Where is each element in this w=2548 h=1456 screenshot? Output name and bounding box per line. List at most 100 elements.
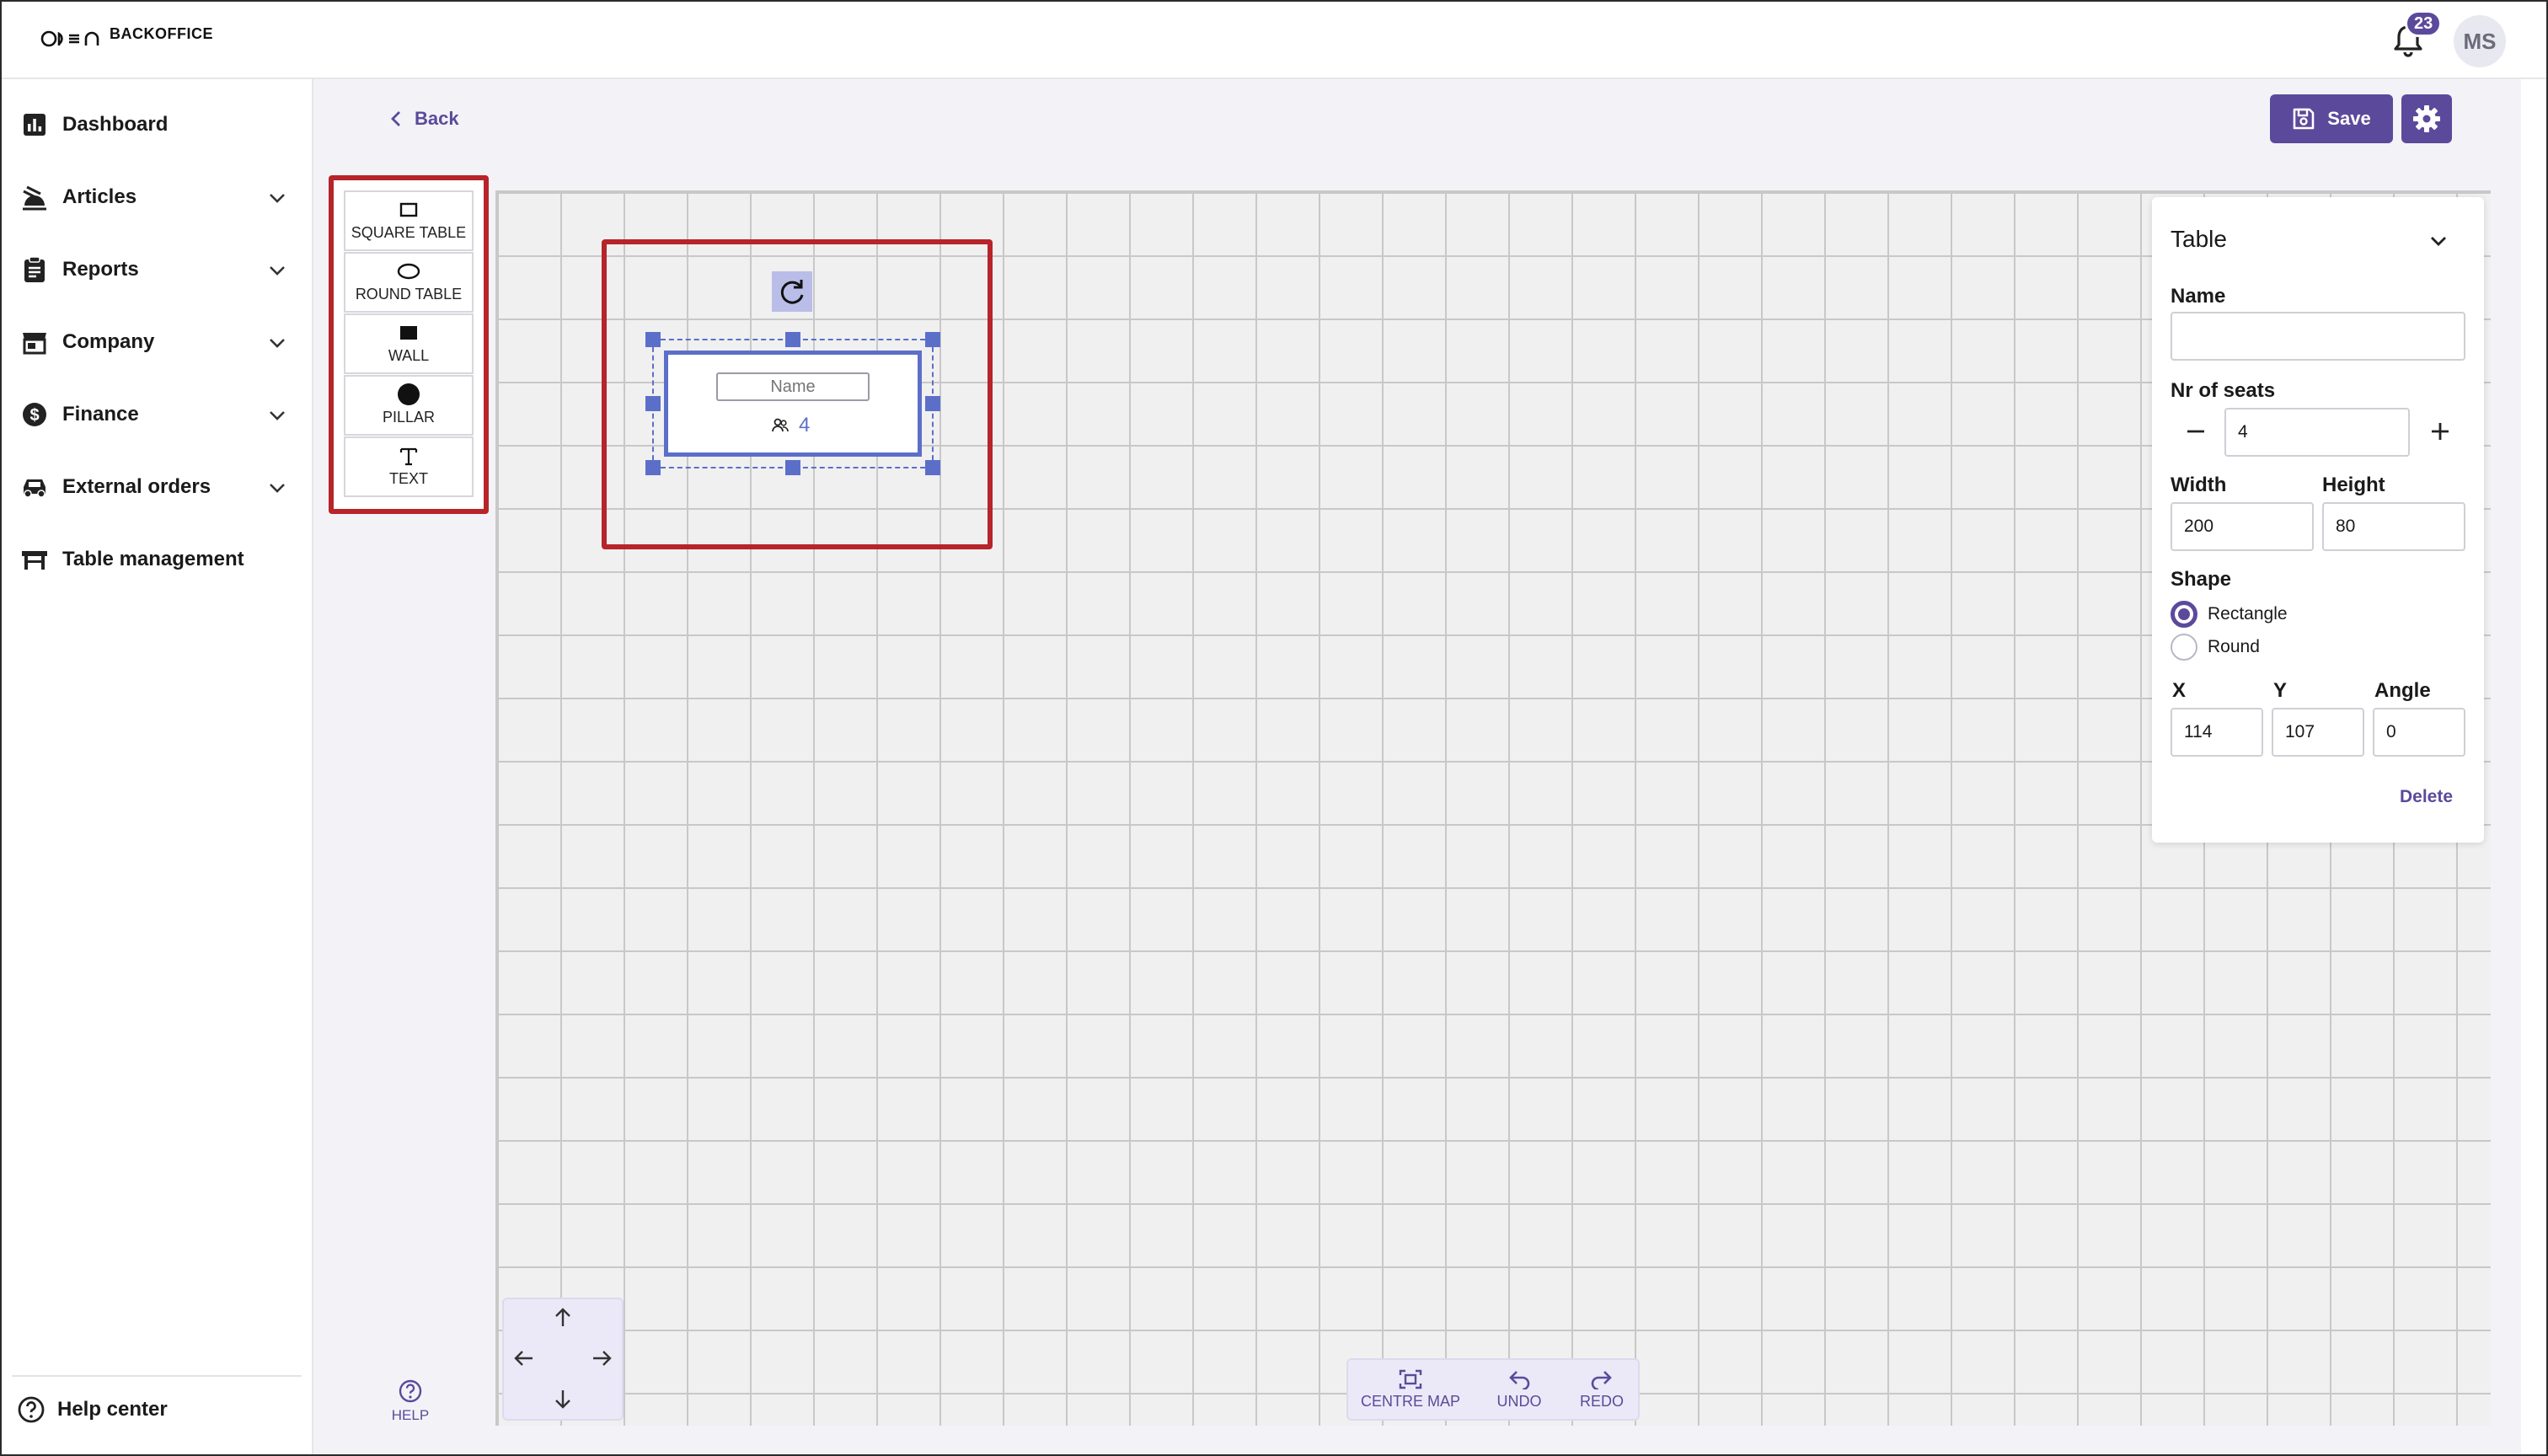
app-logo[interactable]: BACKOFFICE — [40, 22, 213, 56]
delete-button[interactable]: Delete — [2400, 787, 2453, 807]
tool-square-table[interactable]: SQUARE TABLE — [344, 190, 474, 251]
sidebar-item-company[interactable]: Company — [0, 317, 312, 367]
x-field[interactable] — [2171, 708, 2263, 757]
pan-up-button[interactable] — [548, 1303, 578, 1333]
tool-label: WALL — [388, 346, 430, 364]
sidebar-item-dashboard[interactable]: Dashboard — [0, 99, 312, 150]
height-label: Height — [2322, 474, 2385, 496]
pan-down-button[interactable] — [548, 1384, 578, 1414]
resize-handle-top[interactable] — [785, 332, 800, 347]
resize-handle-bottom-left[interactable] — [645, 460, 661, 475]
arrow-up-icon — [555, 1308, 570, 1326]
food-icon — [20, 183, 49, 211]
help-center-link[interactable]: Help center — [0, 1389, 312, 1431]
table-element[interactable] — [664, 351, 922, 457]
filled-circle-icon — [397, 383, 420, 405]
x-label: X — [2172, 679, 2187, 702]
properties-title: Table — [2171, 226, 2227, 252]
undo-button[interactable]: UNDO — [1490, 1365, 1549, 1414]
width-field[interactable] — [2171, 502, 2314, 551]
chevron-down-icon[interactable] — [266, 187, 288, 209]
shape-label: Shape — [2171, 568, 2232, 591]
back-link[interactable]: Back — [389, 104, 459, 133]
radio-rectangle[interactable] — [2171, 601, 2197, 628]
bar-chart-icon — [20, 110, 49, 139]
top-bar: BACKOFFICE 23 MS — [0, 0, 2548, 79]
people-icon — [772, 418, 789, 432]
seats-field[interactable] — [2224, 408, 2410, 457]
resize-handle-bottom[interactable] — [785, 460, 800, 475]
seats-increment-button[interactable] — [2423, 415, 2457, 448]
sidebar-item-reports[interactable]: Reports — [0, 244, 312, 295]
pan-left-button[interactable] — [509, 1343, 539, 1373]
sidebar-item-label: External orders — [62, 475, 211, 498]
tool-round-table[interactable]: ROUND TABLE — [344, 252, 474, 313]
chevron-down-icon[interactable] — [266, 404, 288, 426]
name-field[interactable] — [2171, 312, 2465, 361]
save-button[interactable]: Save — [2270, 94, 2393, 143]
y-label: Y — [2273, 679, 2288, 702]
shape-option-rectangle[interactable]: Rectangle — [2171, 600, 2288, 629]
user-avatar[interactable]: MS — [2454, 15, 2506, 67]
redo-button[interactable]: REDO — [1572, 1365, 1631, 1414]
sidebar-item-articles[interactable]: Articles — [0, 172, 312, 222]
help-center-label: Help center — [57, 1398, 168, 1421]
rotate-handle[interactable] — [772, 271, 812, 312]
back-label: Back — [415, 108, 459, 129]
help-button[interactable]: HELP — [381, 1378, 440, 1429]
undo-label: UNDO — [1496, 1392, 1542, 1410]
table-furniture-icon — [20, 545, 49, 574]
height-field[interactable] — [2322, 502, 2465, 551]
sidebar-item-external-orders[interactable]: External orders — [0, 462, 312, 512]
sidebar-item-label: Reports — [62, 258, 139, 281]
arrow-right-icon — [593, 1351, 612, 1366]
redo-icon — [1591, 1370, 1612, 1389]
table-name-input[interactable] — [716, 372, 870, 401]
centre-focus-icon — [1399, 1369, 1422, 1389]
open-logo-icon — [40, 30, 99, 47]
clipboard-icon — [20, 255, 49, 284]
store-icon — [20, 328, 49, 356]
help-label: HELP — [391, 1407, 430, 1423]
save-label: Save — [2327, 108, 2371, 129]
seats-decrement-button[interactable] — [2179, 415, 2213, 448]
floppy-disk-icon — [2293, 108, 2315, 130]
plus-icon — [2432, 423, 2449, 440]
sidebar-item-label: Company — [62, 330, 155, 353]
seats-label: Nr of seats — [2171, 379, 2276, 402]
tool-wall[interactable]: WALL — [344, 313, 474, 374]
chevron-down-icon[interactable] — [266, 332, 288, 354]
resize-handle-bottom-right[interactable] — [925, 460, 940, 475]
angle-field[interactable] — [2373, 708, 2465, 757]
chevron-down-icon[interactable] — [266, 260, 288, 281]
settings-button[interactable] — [2401, 94, 2452, 143]
content-header — [313, 79, 2521, 158]
angle-label: Angle — [2374, 679, 2431, 702]
sidebar-item-finance[interactable]: $ Finance — [0, 389, 312, 440]
tool-pillar[interactable]: PILLAR — [344, 375, 474, 436]
undo-icon — [1509, 1370, 1530, 1389]
width-label: Width — [2171, 474, 2227, 496]
resize-handle-left[interactable] — [645, 396, 661, 411]
gear-icon — [2413, 105, 2440, 132]
resize-handle-right[interactable] — [925, 396, 940, 411]
svg-text:$: $ — [29, 406, 39, 425]
chevron-down-icon[interactable] — [2427, 229, 2450, 253]
sidebar-item-table-management[interactable]: Table management — [0, 534, 312, 585]
resize-handle-top-left[interactable] — [645, 332, 661, 347]
help-circle-icon — [399, 1379, 422, 1403]
car-icon — [20, 473, 49, 501]
radio-round[interactable] — [2171, 634, 2197, 661]
table-seats: 4 — [772, 413, 810, 438]
resize-handle-top-right[interactable] — [925, 332, 940, 347]
pan-right-button[interactable] — [586, 1343, 617, 1373]
y-field[interactable] — [2272, 708, 2364, 757]
notification-badge: 23 — [2405, 10, 2443, 37]
shape-option-round[interactable]: Round — [2171, 633, 2260, 661]
tool-text[interactable]: TEXT — [344, 436, 474, 497]
centre-map-button[interactable]: CENTRE MAP — [1358, 1365, 1463, 1414]
shape-option-label: Rectangle — [2208, 604, 2288, 624]
arrow-down-icon — [555, 1390, 570, 1409]
sidebar-item-label: Articles — [62, 185, 137, 208]
chevron-down-icon[interactable] — [266, 477, 288, 499]
